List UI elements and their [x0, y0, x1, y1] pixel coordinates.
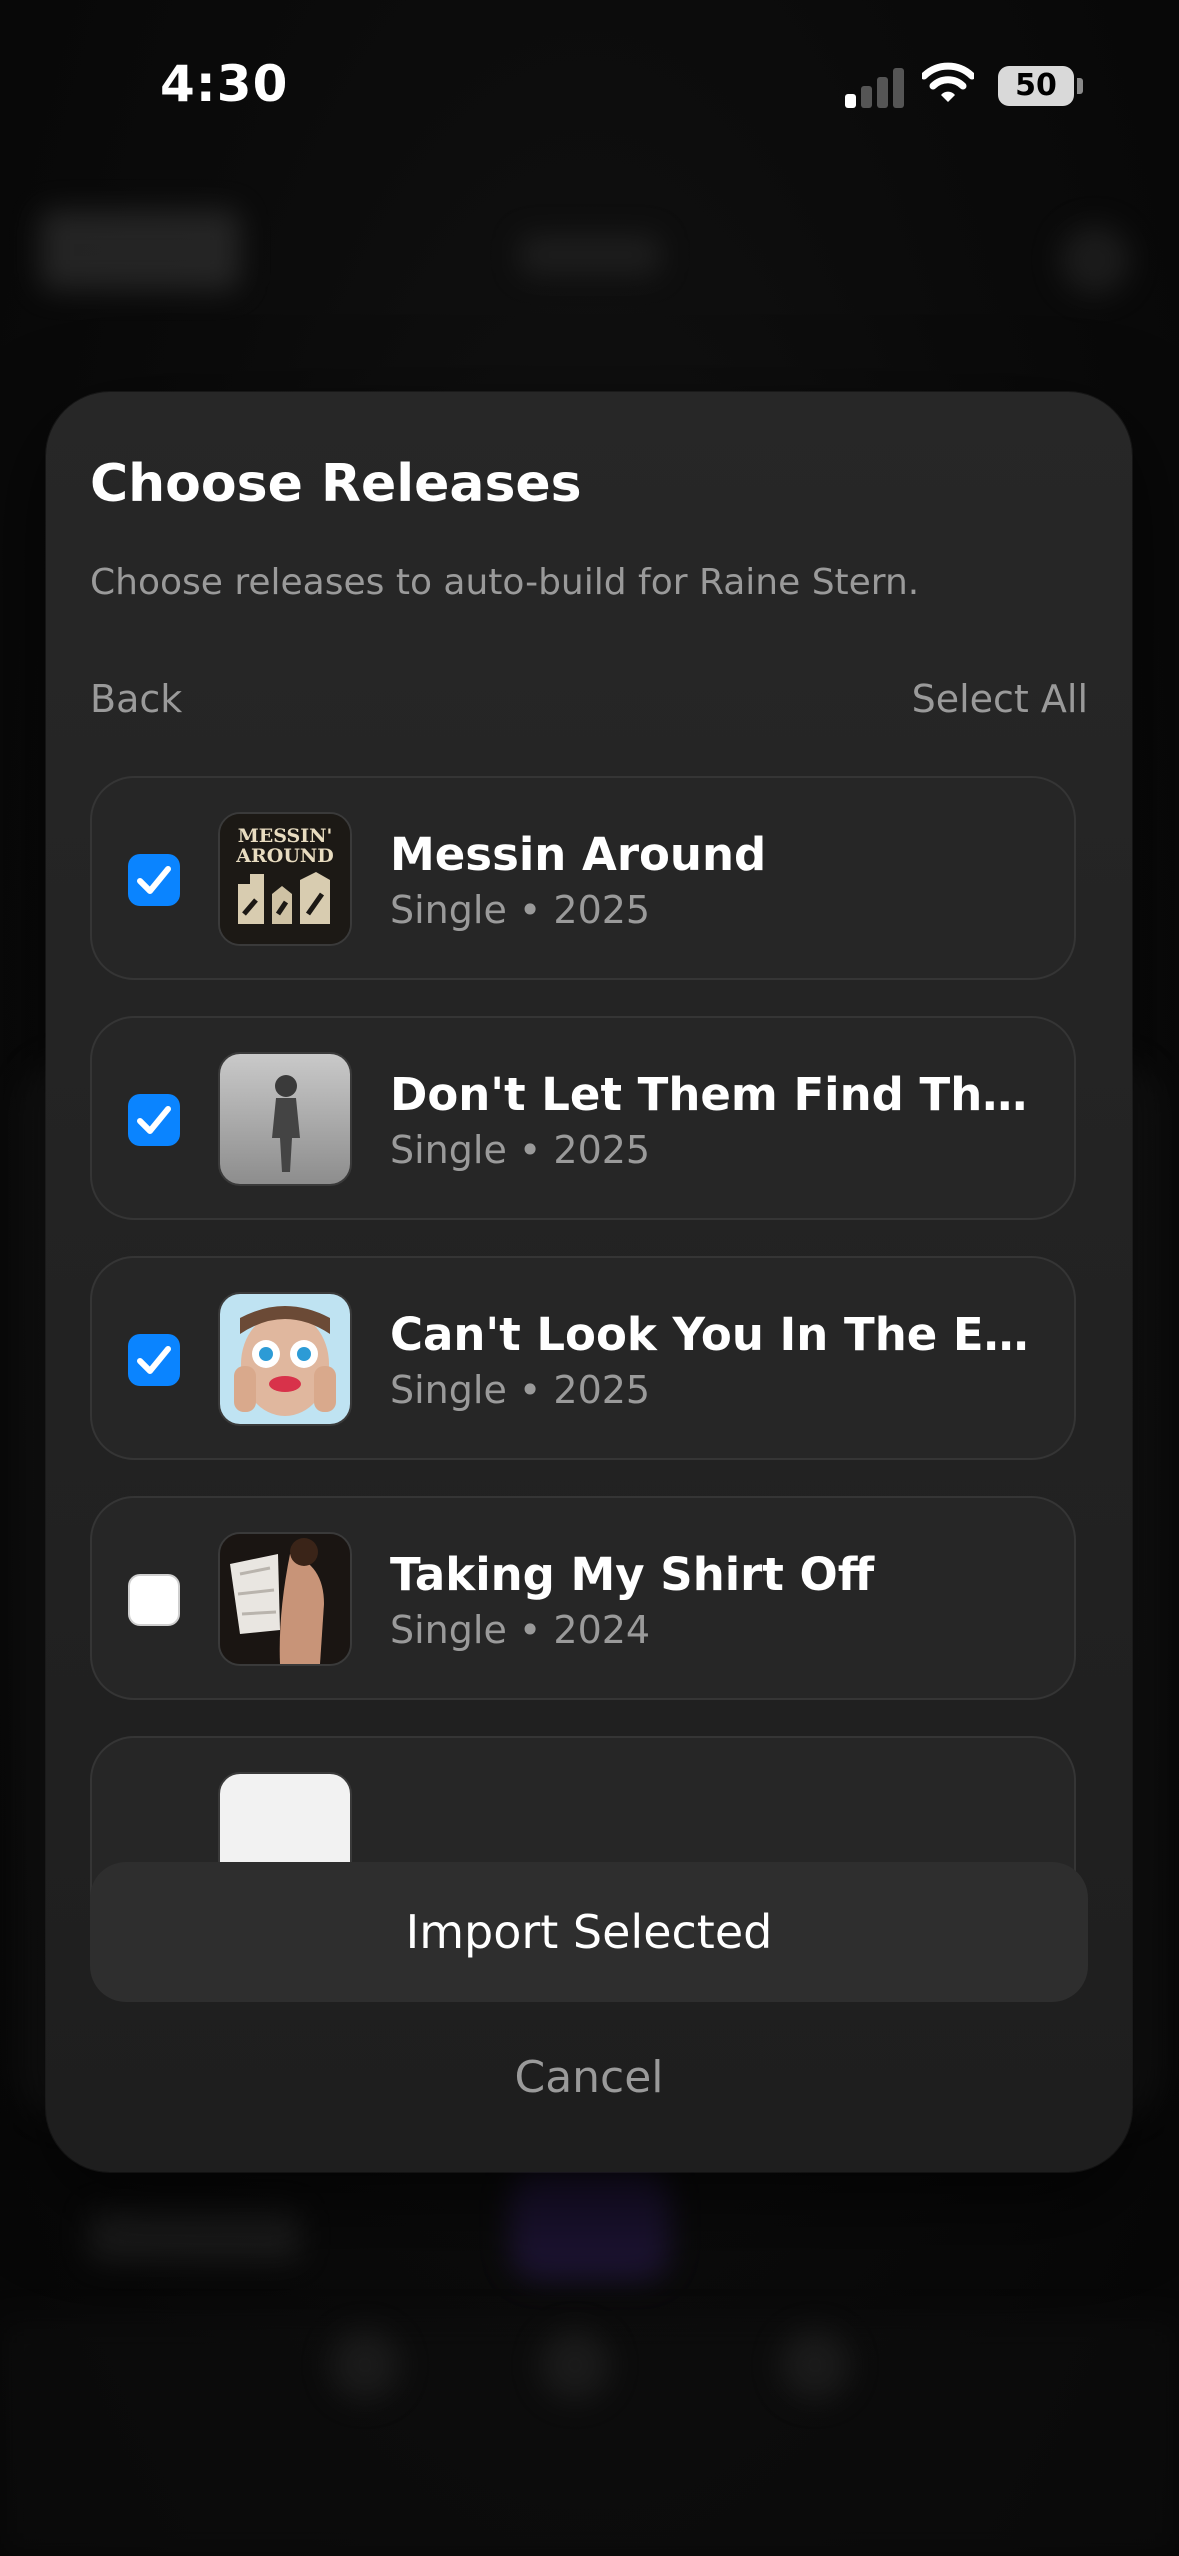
background-app-label — [90, 2210, 300, 2260]
release-row[interactable]: Don't Let Them Find The Int… Single • 20… — [90, 1016, 1076, 1220]
select-all-button[interactable]: Select All — [912, 677, 1088, 721]
release-artwork: MESSIN' AROUND — [218, 812, 352, 946]
release-row[interactable]: Taking My Shirt Off Single • 2024 — [90, 1496, 1076, 1700]
release-title: Can't Look You In The Eyes — [390, 1308, 1050, 1361]
background-app-button — [1060, 225, 1130, 295]
release-meta: Single • 2025 — [390, 1368, 651, 1412]
background-tab-icon — [540, 2330, 610, 2400]
background-app-tab — [520, 235, 660, 275]
background-tab-icon — [330, 2330, 400, 2400]
status-bar: 4:30 50 — [0, 0, 1179, 170]
sheet-subtitle: Choose releases to auto-build for Raine … — [90, 562, 920, 603]
cancel-button[interactable]: Cancel — [46, 2052, 1132, 2103]
release-meta: Single • 2025 — [390, 888, 651, 932]
svg-text:MESSIN': MESSIN' — [238, 825, 333, 847]
release-row[interactable]: MESSIN' AROUND Messin Around Single • 20… — [90, 776, 1076, 980]
release-title: Don't Let Them Find The Int… — [390, 1068, 1050, 1121]
release-meta: Single • 2025 — [390, 1128, 651, 1172]
battery-nub — [1077, 78, 1083, 94]
sheet-title: Choose Releases — [90, 454, 582, 514]
release-artwork — [218, 1292, 352, 1426]
svg-text:AROUND: AROUND — [235, 845, 334, 867]
release-meta: Single • 2024 — [390, 1608, 651, 1652]
checkmark-icon — [137, 1106, 171, 1134]
release-title: Taking My Shirt Off — [390, 1548, 875, 1601]
checkmark-icon — [137, 866, 171, 894]
release-checkbox[interactable] — [128, 854, 180, 906]
battery-icon: 50 — [998, 66, 1074, 106]
back-button[interactable]: Back — [90, 677, 182, 721]
status-time: 4:30 — [160, 55, 289, 113]
release-checkbox[interactable] — [128, 1574, 180, 1626]
release-artwork — [218, 1532, 352, 1666]
cellular-signal-icon — [845, 64, 905, 108]
screen: 4:30 50 Choose Releases Choose releases … — [0, 0, 1179, 2556]
import-selected-button[interactable]: Import Selected — [90, 1862, 1088, 2002]
background-tab-icon — [780, 2330, 850, 2400]
wifi-icon — [920, 62, 976, 108]
background-app-highlight — [510, 2170, 670, 2280]
background-app-title — [40, 210, 240, 290]
release-artwork — [218, 1052, 352, 1186]
choose-releases-sheet: Choose Releases Choose releases to auto-… — [46, 392, 1132, 2172]
checkmark-icon — [137, 1346, 171, 1374]
release-checkbox[interactable] — [128, 1334, 180, 1386]
release-row[interactable]: Can't Look You In The Eyes Single • 2025 — [90, 1256, 1076, 1460]
release-checkbox[interactable] — [128, 1094, 180, 1146]
release-title: Messin Around — [390, 828, 767, 881]
